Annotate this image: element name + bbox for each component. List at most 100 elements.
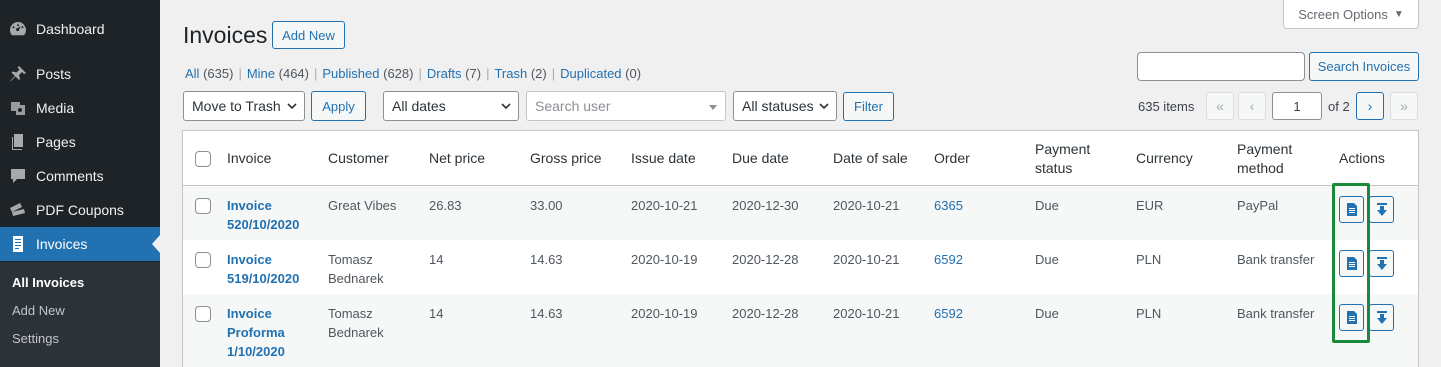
apply-button[interactable]: Apply [311,91,366,121]
screen-options-label: Screen Options [1298,6,1388,22]
dashboard-icon [0,19,36,39]
sidebar-item-label: Posts [36,66,72,82]
invoices-submenu: All Invoices Add New Settings [0,262,160,367]
view-invoice-button[interactable] [1339,250,1364,277]
download-invoice-button[interactable] [1369,250,1394,277]
sidebar-item-label: PDF Coupons [36,202,124,218]
due-date-cell: 2020-12-28 [732,306,799,321]
column-invoice[interactable]: Invoice [227,149,271,168]
submenu-settings[interactable]: Settings [12,331,59,346]
first-page-button[interactable]: « [1206,92,1234,120]
document-icon [1346,311,1357,324]
payment-method-cell: Bank transfer [1237,306,1315,321]
column-due-date[interactable]: Due date [732,149,789,168]
table-header: Invoice Customer Net price Gross price I… [183,131,1418,186]
view-drafts[interactable]: Drafts (7) [427,66,481,81]
column-net-price[interactable]: Net price [429,149,485,168]
column-currency[interactable]: Currency [1136,149,1193,168]
bulk-action-select[interactable]: Move to Trash [183,91,305,121]
table-row: Invoice Proforma 1/10/2020 Tomasz Bednar… [183,294,1418,367]
next-page-button[interactable]: › [1356,92,1384,120]
order-link[interactable]: 6592 [934,250,963,269]
download-invoice-button[interactable] [1369,196,1394,223]
user-search-select[interactable]: Search user [526,91,726,121]
column-issue-date[interactable]: Issue date [631,149,696,168]
items-count: 635 items [1138,99,1195,114]
sidebar-item-comments[interactable]: Comments [0,159,160,193]
column-payment-method[interactable]: Payment method [1237,140,1317,178]
column-gross-price[interactable]: Gross price [530,149,602,168]
prev-page-button[interactable]: ‹ [1238,92,1266,120]
table-row: Invoice 520/10/2020 Great Vibes 26.83 33… [183,186,1418,240]
select-all-checkbox[interactable] [195,151,211,167]
column-customer[interactable]: Customer [328,149,389,168]
user-search-placeholder: Search user [535,98,611,114]
document-icon [1346,257,1357,270]
row-checkbox[interactable] [195,306,211,322]
column-date-of-sale[interactable]: Date of sale [833,149,908,168]
column-payment-status[interactable]: Payment status [1035,140,1115,178]
net-price-cell: 14 [429,306,444,321]
media-icon [0,98,36,118]
comment-icon [0,166,36,186]
view-mine[interactable]: Mine (464) [247,66,309,81]
row-checkbox[interactable] [195,252,211,268]
invoice-link[interactable]: Invoice Proforma 1/10/2020 [227,304,297,361]
currency-cell: PLN [1136,252,1162,267]
view-published[interactable]: Published (628) [322,66,413,81]
gross-price-cell: 14.63 [530,252,563,267]
sidebar-item-label: Comments [36,168,104,184]
customer-cell: Tomasz Bednarek [328,252,384,286]
search-invoices-button[interactable]: Search Invoices [1309,52,1419,81]
view-filters: All (635) | Mine (464) | Published (628) | … [185,66,642,81]
sidebar-item-media[interactable]: Media [0,91,160,125]
sidebar-item-invoices[interactable]: Invoices [0,227,160,261]
row-checkbox[interactable] [195,198,211,214]
payment-method-cell: Bank transfer [1237,252,1315,267]
bulk-action-value: Move to Trash [192,98,281,114]
view-all[interactable]: All (635) [185,66,233,81]
search-input[interactable] [1137,52,1305,81]
issue-date-cell: 2020-10-21 [631,198,698,213]
add-new-button[interactable]: Add New [272,21,345,49]
sidebar-item-dashboard[interactable]: Dashboard [0,12,160,46]
pin-icon [0,64,36,84]
view-duplicated[interactable]: Duplicated (0) [560,66,641,81]
submenu-add-new[interactable]: Add New [12,303,65,318]
customer-cell: Great Vibes [328,198,397,213]
filter-button[interactable]: Filter [843,92,894,121]
statuses-select[interactable]: All statuses [733,91,837,121]
download-invoice-button[interactable] [1369,304,1394,331]
invoice-link[interactable]: Invoice 520/10/2020 [227,196,317,234]
order-link[interactable]: 6592 [934,304,963,323]
net-price-cell: 26.83 [429,198,462,213]
view-invoice-button[interactable] [1339,196,1364,223]
last-page-button[interactable]: » [1390,92,1418,120]
caret-down-icon [709,105,717,110]
view-invoice-button[interactable] [1339,304,1364,331]
submenu-all-invoices[interactable]: All Invoices [12,275,84,290]
current-page-input[interactable]: 1 [1272,92,1322,120]
sidebar-item-pdf-coupons[interactable]: PDF Coupons [0,193,160,227]
currency-cell: EUR [1136,198,1164,213]
screen-options-button[interactable]: Screen Options ▼ [1283,0,1419,29]
invoice-link[interactable]: Invoice 519/10/2020 [227,250,317,288]
sidebar-item-pages[interactable]: Pages [0,125,160,159]
sidebar-item-label: Dashboard [36,21,105,37]
view-trash[interactable]: Trash (2) [494,66,546,81]
sidebar-item-label: Media [36,100,75,116]
due-date-cell: 2020-12-28 [732,252,799,267]
dates-value: All dates [392,98,446,114]
due-date-cell: 2020-12-30 [732,198,799,213]
tickets-icon [0,200,36,220]
table-row: Invoice 519/10/2020 Tomasz Bednarek 14 1… [183,240,1418,294]
order-link[interactable]: 6365 [934,196,963,215]
gross-price-cell: 33.00 [530,198,563,213]
dates-select[interactable]: All dates [383,91,519,121]
issue-date-cell: 2020-10-19 [631,252,698,267]
sidebar-item-posts[interactable]: Posts [0,57,160,91]
issue-date-cell: 2020-10-19 [631,306,698,321]
document-icon [1346,203,1357,216]
total-pages: of 2 [1328,99,1350,114]
column-order[interactable]: Order [934,149,970,168]
